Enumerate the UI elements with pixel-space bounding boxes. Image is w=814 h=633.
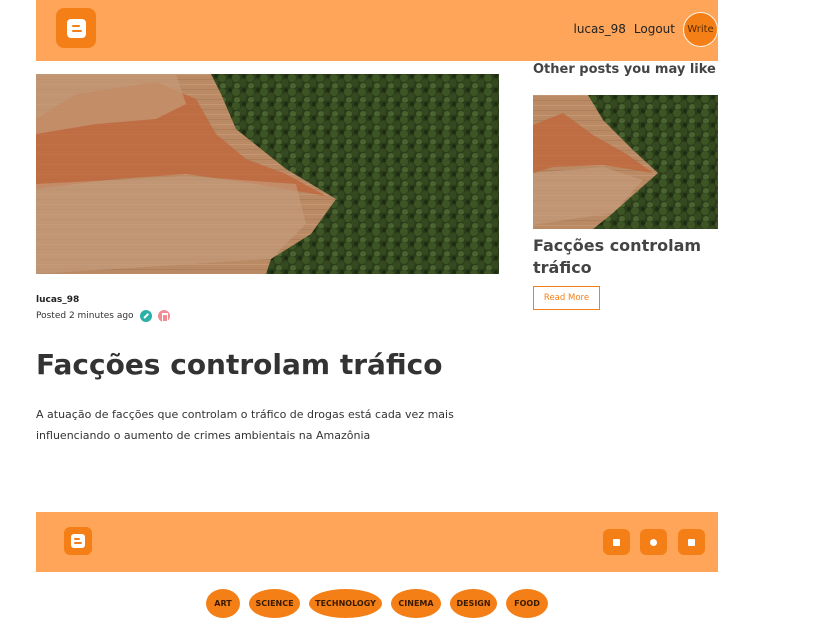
category-cinema[interactable]: CINEMA — [391, 589, 441, 618]
related-post-title[interactable]: Facções controlam tráfico — [533, 235, 718, 279]
post-author[interactable]: lucas_98 — [36, 295, 79, 305]
footer-blogger-logo-icon[interactable] — [64, 527, 92, 555]
navbar: lucas_98 Logout Write — [36, 0, 718, 61]
github-icon[interactable] — [640, 529, 667, 555]
footer — [36, 512, 718, 572]
delete-icon[interactable] — [157, 310, 170, 322]
post-description: A atuação de facções que controlam o trá… — [36, 408, 454, 442]
blogger-logo-icon[interactable] — [56, 8, 96, 48]
sidebar-heading: Other posts you may like — [533, 62, 716, 77]
nav-user-area: lucas_98 Logout Write — [573, 11, 718, 47]
related-post-thumbnail[interactable] — [533, 95, 718, 229]
category-list: ART SCIENCE TECHNOLOGY CINEMA DESIGN FOO… — [206, 589, 548, 618]
read-more-button[interactable]: Read More — [533, 286, 600, 310]
write-button[interactable]: Write — [683, 11, 718, 47]
post-title: Facções controlam tráfico — [36, 348, 443, 381]
category-food[interactable]: FOOD — [506, 589, 548, 618]
category-design[interactable]: DESIGN — [450, 589, 497, 618]
linkedin-icon[interactable] — [603, 529, 630, 555]
nav-username[interactable]: lucas_98 — [573, 22, 625, 36]
logout-link[interactable]: Logout — [634, 22, 675, 36]
category-science[interactable]: SCIENCE — [249, 589, 300, 618]
category-art[interactable]: ART — [206, 589, 240, 618]
post-timestamp-row: Posted 2 minutes ago — [36, 310, 170, 322]
instagram-icon[interactable] — [678, 529, 705, 555]
edit-icon[interactable] — [139, 310, 152, 322]
post-timestamp: Posted 2 minutes ago — [36, 311, 134, 321]
category-technology[interactable]: TECHNOLOGY — [309, 589, 382, 618]
post-hero-image — [36, 74, 499, 274]
